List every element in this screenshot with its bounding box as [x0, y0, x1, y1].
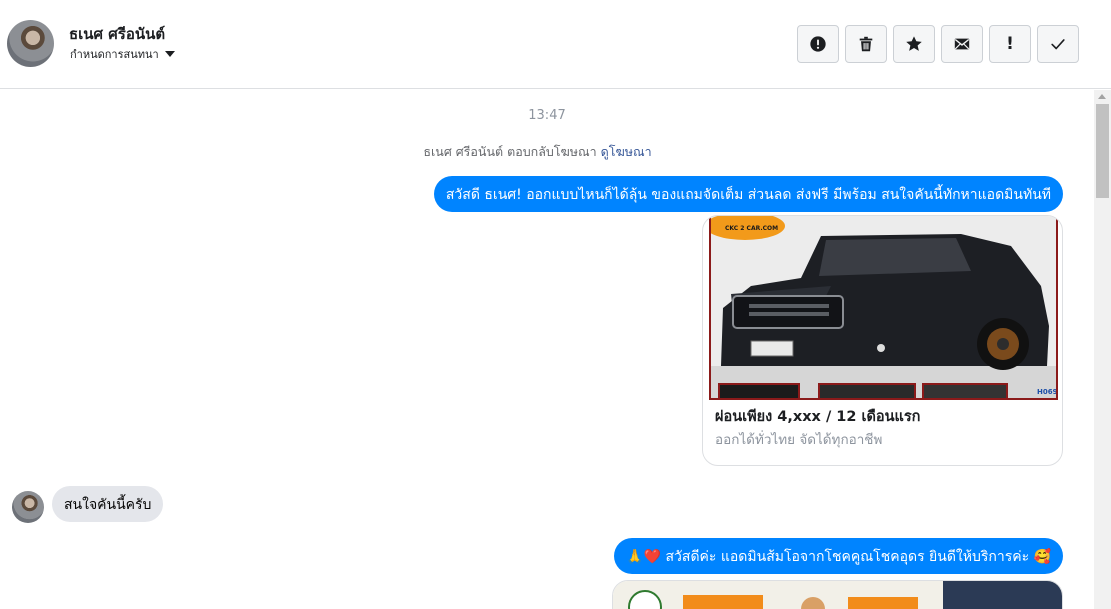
conversation-header: ธเนศ ศรีอนันต์ กำหนดการสนทนา !	[0, 0, 1111, 89]
mark-unread-button[interactable]	[941, 25, 983, 63]
delete-button[interactable]	[845, 25, 887, 63]
caret-down-icon	[164, 51, 175, 57]
logo-text: CKC 2 CAR.COM	[725, 225, 778, 232]
ad-card-partial[interactable]	[612, 580, 1063, 609]
promo-image	[613, 581, 1062, 609]
contact-avatar[interactable]	[7, 20, 54, 67]
incoming-message[interactable]: สนใจคันนี้ครับ	[52, 486, 164, 522]
ad-card-title: ผ่อนเพียง 4,xxx / 12 เดือนแรก	[715, 409, 921, 425]
scroll-thumb[interactable]	[1096, 104, 1109, 198]
truck-photo: CKC 2 CAR.COM H069	[711, 216, 1056, 398]
action-toolbar: !	[797, 25, 1079, 63]
image-code: H069	[1037, 388, 1056, 396]
mark-done-button[interactable]	[1037, 25, 1079, 63]
scroll-up-arrow-icon[interactable]	[1098, 94, 1106, 99]
trash-icon	[859, 36, 873, 52]
assign-label: กำหนดการสนทนา	[70, 48, 159, 61]
star-button[interactable]	[893, 25, 935, 63]
ad-card-subtitle: ออกได้ทั่วไทย จัดได้ทุกอาชีพ	[715, 432, 883, 448]
thread-scrollbar[interactable]	[1094, 90, 1111, 609]
view-ad-link[interactable]: ดูโฆษณา	[601, 144, 652, 159]
ad-image: CKC 2 CAR.COM H069	[709, 216, 1058, 400]
envelope-icon	[954, 38, 970, 50]
assign-conversation-dropdown[interactable]: กำหนดการสนทนา	[70, 45, 175, 63]
contact-name[interactable]: ธเนศ ศรีอนันต์	[69, 22, 165, 46]
message-timestamp: 13:47	[528, 108, 566, 123]
message-thread: 13:47 ธเนศ ศรีอนันต์ ตอบกลับโฆษณา ดูโฆษณ…	[0, 90, 1094, 609]
ad-card[interactable]: CKC 2 CAR.COM H069 ผ่อนเพียง 4,xxx / 12 …	[702, 215, 1063, 466]
report-spam-button[interactable]	[797, 25, 839, 63]
ad-reply-text: ธเนศ ศรีอนันต์ ตอบกลับโฆษณา	[423, 144, 597, 159]
outgoing-message[interactable]: 🙏❤️ สวัสดีค่ะ แอดมินส้มโอจากโชคคูณโชคอุด…	[614, 538, 1063, 574]
ad-reply-note: ธเนศ ศรีอนันต์ ตอบกลับโฆษณา ดูโฆษณา	[0, 142, 1075, 162]
outgoing-message[interactable]: สวัสดี ธเนศ! ออกแบบไหนก็ได้ลุ้น ของแถมจั…	[433, 176, 1063, 212]
star-icon	[906, 36, 922, 51]
follow-up-button[interactable]: !	[989, 25, 1031, 63]
check-icon	[1051, 39, 1065, 50]
contact-avatar-small	[12, 491, 44, 523]
exclamation-circle-icon	[810, 36, 826, 52]
exclamation-icon: !	[1006, 34, 1014, 54]
